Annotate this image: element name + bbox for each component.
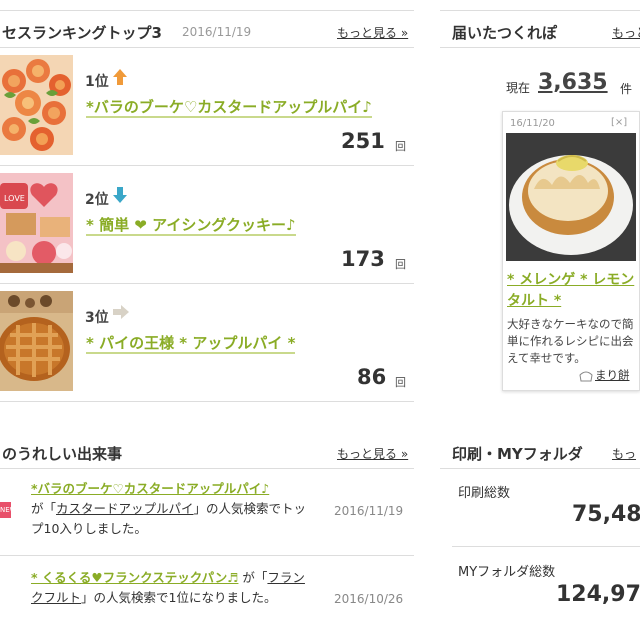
print-total-label: 印刷総数 (458, 486, 511, 501)
ranking-row-1: 1位 *バラのブーケ♡カスタードアップルパイ♪ 251 回 (0, 47, 414, 166)
card-user-link[interactable]: まり餅 (595, 367, 630, 383)
event-recipe-link[interactable]: * くるくる♥フランクステックパン♬ (31, 570, 238, 585)
event-keyword-link[interactable]: カスタードアップルパイ (56, 501, 194, 516)
event-text-prefix: が「 (238, 570, 268, 585)
rank-count: 173 (341, 247, 385, 271)
event-date: 2016/11/19 (334, 504, 404, 518)
ranking-panel: セスランキングトップ3 2016/11/19 もっと見る » 1位 *バラのブー… (0, 10, 414, 402)
folder-total-value: 124,97 (556, 582, 640, 607)
ranking-title: セスランキングトップ3 (2, 24, 162, 42)
card-photo-lemon-tart[interactable] (506, 133, 636, 261)
tsukurepo-count: 3,635 (538, 70, 608, 95)
recipe-thumbnail-apple-pie[interactable] (0, 291, 73, 391)
rank-same-arrow-icon (112, 304, 130, 324)
event-text-prefix: が「 (31, 501, 57, 516)
tsukurepo-more-link[interactable]: もっと (612, 24, 640, 41)
card-user-icon (579, 368, 593, 387)
tsukurepo-title: 届いたつくれぽ (452, 24, 558, 42)
event-date: 2016/10/26 (334, 592, 404, 606)
ranking-more-link[interactable]: もっと見る » (337, 24, 408, 41)
event-recipe-link[interactable]: *バラのブーケ♡カスタードアップルパイ♪ (31, 481, 269, 496)
recipe-thumbnail-icing-cookie[interactable]: LOVE (0, 173, 73, 273)
card-recipe-link[interactable]: * メレンゲ * レモンタルト * (507, 270, 635, 312)
print-header: 印刷・MYフォルダ もっ (440, 430, 640, 469)
tsukurepo-current-label: 現在 (506, 81, 531, 95)
event-row-1: NEW *バラのブーケ♡カスタードアップルパイ♪ が「カスタードアップルパイ」の… (0, 469, 414, 556)
card-date: 16/11/20 (510, 118, 555, 129)
folder-total-label: MYフォルダ総数 (458, 565, 556, 580)
ranking-row-3: 3位 * パイの王様 * アップルパイ * 86 回 (0, 283, 414, 402)
rank-count: 251 (341, 129, 385, 153)
recipe-thumbnail-rose-apple-pie[interactable] (0, 55, 73, 155)
event-text-suffix: 」の人気検索で1位になりました。 (81, 590, 277, 605)
ranking-row-2: LOVE 2位 * 簡単 ❤ アイシングクッキー♪ 173 回 (0, 165, 414, 284)
rank-count-unit: 回 (395, 140, 406, 153)
print-more-link[interactable]: もっ (612, 445, 636, 462)
event-text: *バラのブーケ♡カスタードアップルパイ♪ が「カスタードアップルパイ」の人気検索… (31, 479, 313, 539)
ranking-header: セスランキングトップ3 2016/11/19 もっと見る » (0, 10, 414, 48)
print-divider (452, 546, 640, 547)
rank-down-arrow-icon (112, 186, 128, 208)
tsukurepo-count-unit: 件 (620, 82, 633, 96)
print-total-value: 75,48 (572, 502, 640, 527)
events-panel: のうれしい出来事 もっと見る » NEW *バラのブーケ♡カスタードアップルパイ… (0, 430, 414, 640)
rank-count-unit: 回 (395, 258, 406, 271)
print-title: 印刷・MYフォルダ (452, 445, 583, 463)
card-close-button[interactable]: [×] (611, 117, 627, 128)
tsukurepo-header: 届いたつくれぽ もっと (440, 10, 640, 48)
rank-count-unit: 回 (395, 376, 406, 389)
tsukurepo-card[interactable]: 16/11/20 [×] * メレンゲ * レモンタルト * 大好きなケーキなの… (502, 111, 640, 391)
rank-label: 3位 (85, 310, 109, 326)
rank-count: 86 (357, 365, 387, 389)
rank-up-arrow-icon (112, 68, 128, 90)
recipe-title-link[interactable]: *バラのブーケ♡カスタードアップルパイ♪ (86, 99, 372, 118)
events-header: のうれしい出来事 もっと見る » (0, 430, 414, 469)
rank-label: 2位 (85, 192, 109, 208)
svg-text:LOVE: LOVE (4, 194, 25, 203)
card-message: 大好きなケーキなので簡単に作れるレシピに出会えて幸せです。 (507, 317, 634, 365)
event-row-2: * くるくる♥フランクステックパン♬ が「フランクフルト」の人気検索で1位になり… (0, 556, 414, 642)
rank-label: 1位 (85, 74, 109, 90)
recipe-title-link[interactable]: * 簡単 ❤ アイシングクッキー♪ (86, 217, 296, 236)
recipe-title-link[interactable]: * パイの王様 * アップルパイ * (86, 335, 296, 354)
tsukurepo-panel: 届いたつくれぽ もっと 現在 3,635 件 16/11/20 [×] * メレ… (440, 10, 640, 402)
event-text: * くるくる♥フランクステックパン♬ が「フランクフルト」の人気検索で1位になり… (31, 568, 313, 608)
new-badge: NEW (0, 502, 11, 518)
ranking-date: 2016/11/19 (182, 25, 252, 39)
print-panel: 印刷・MYフォルダ もっ (440, 430, 640, 640)
events-more-link[interactable]: もっと見る » (337, 445, 408, 462)
events-title: のうれしい出来事 (2, 445, 123, 463)
